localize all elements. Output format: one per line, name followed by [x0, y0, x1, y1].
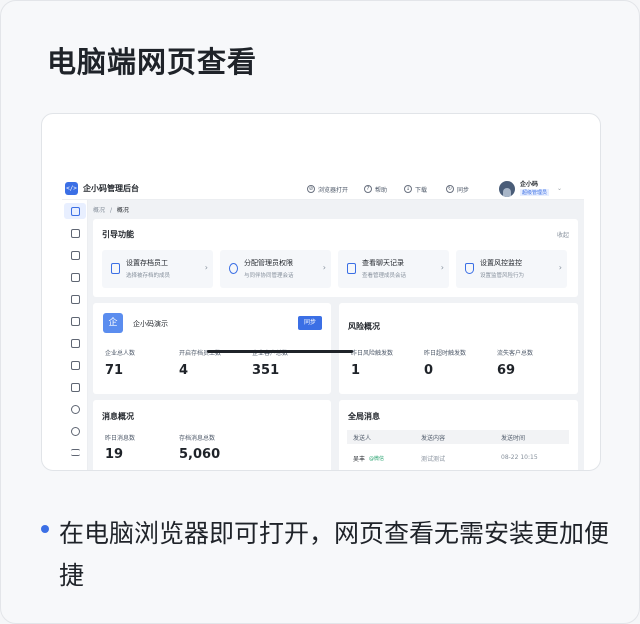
- stat-value: 19: [105, 447, 124, 462]
- message-title: 消息概况: [102, 412, 134, 421]
- shield-icon[interactable]: [71, 273, 80, 282]
- bullet-dot: [41, 525, 49, 533]
- help-label: 帮助: [375, 186, 388, 194]
- guide-card-chat-records[interactable]: 查看聊天记录 查看管理成员会话 ›: [338, 250, 449, 288]
- global-messages-panel: 全局消息 发送人 发送内容 发送时间 吴丰 @微信 测试测试 08-22 10:…: [339, 400, 578, 470]
- guide-card-subtitle: 选择被存档的成员: [126, 273, 171, 279]
- guide-card-risk-monitor[interactable]: 设置风控监控 设置监管风险行为 ›: [456, 250, 567, 288]
- sync-toolbar-button[interactable]: ↻ 同步: [446, 183, 469, 195]
- risk-panel: 风险概况 昨日风险触发数 1 昨日超时触发数 0 流失客户总数 69: [339, 303, 578, 394]
- app-logo-icon: </>: [65, 182, 78, 195]
- stat-label: 存档消息总数: [179, 435, 216, 442]
- column-header: 发送内容: [421, 435, 446, 442]
- app-title: 企小码管理后台: [83, 184, 139, 193]
- sync-button[interactable]: 同步: [298, 316, 322, 330]
- stat-label: 昨日消息数: [105, 435, 136, 442]
- admin-console: </> 企小码管理后台 ⊘ 浏览器打开 ? 帮助 ↓ 下载 ↻ 同步 企小码 超…: [62, 178, 584, 470]
- help-icon: ?: [364, 185, 372, 193]
- archive-icon: [111, 263, 120, 274]
- risk-shield-icon: [465, 263, 474, 274]
- chat-record-icon: [347, 263, 356, 274]
- breadcrumb-root[interactable]: 概况: [93, 207, 105, 214]
- global-title: 全局消息: [348, 412, 380, 421]
- sender-tag: @微信: [369, 456, 385, 462]
- security-icon[interactable]: [71, 427, 80, 436]
- open-browser-label: 浏览器打开: [318, 186, 349, 194]
- message-panel: 消息概况 昨日消息数 19 存档消息总数 5,060: [93, 400, 331, 470]
- sender-cell: 吴丰: [353, 456, 366, 463]
- user-name: 企小码: [520, 181, 539, 188]
- sidebar: [62, 200, 88, 470]
- column-header: 发送人: [353, 435, 372, 442]
- avatar[interactable]: [499, 181, 515, 197]
- guide-panel: 引导功能 收起 设置存档员工 选择被存档的成员 › 分配管理员权限 与同伴协同管…: [93, 219, 578, 297]
- chevron-right-icon: ›: [558, 263, 562, 272]
- guide-card-subtitle: 设置监管风险行为: [480, 273, 525, 279]
- stat-value: 71: [105, 363, 124, 378]
- column-header: 发送时间: [501, 435, 526, 442]
- stat-label: 昨日风险触发数: [351, 350, 394, 357]
- chart-icon[interactable]: [71, 339, 80, 348]
- stat-label: 昨日超时触发数: [424, 350, 467, 357]
- user-role-badge: 超级管理员: [520, 189, 550, 196]
- chevron-right-icon: ›: [440, 263, 444, 272]
- feature-caption: 在电脑浏览器即可打开，网页查看无需安装更加便捷: [59, 519, 610, 590]
- folder-icon[interactable]: [71, 229, 80, 238]
- menu-icon[interactable]: [71, 449, 80, 456]
- stat-value: 0: [424, 363, 434, 378]
- risk-title: 风险概况: [348, 322, 380, 331]
- chevron-right-icon: ›: [322, 263, 326, 272]
- feature-card: 电脑端网页查看 </> 企小码管理后台 ⊘ 浏览器打开 ? 帮助 ↓ 下载 ↻ …: [0, 0, 640, 624]
- table-header: 发送人 发送内容 发送时间: [347, 430, 569, 444]
- download-label: 下载: [415, 186, 428, 194]
- company-panel: 企 企小码演示 同步 企业总人数 71 开启存档员工数 4 企业客户总数 351: [93, 303, 331, 394]
- screenshot-frame: </> 企小码管理后台 ⊘ 浏览器打开 ? 帮助 ↓ 下载 ↻ 同步 企小码 超…: [41, 113, 601, 471]
- network-icon[interactable]: [71, 361, 80, 370]
- time-cell: 08-22 10:15: [501, 454, 538, 461]
- breadcrumb: 概况 / 概况: [93, 205, 129, 214]
- stat-value: 351: [252, 363, 280, 378]
- guide-title: 引导功能: [102, 230, 134, 239]
- guide-card-permission[interactable]: 分配管理员权限 与同伴协同管理会话 ›: [220, 250, 331, 288]
- sync-toolbar-label: 同步: [457, 186, 470, 194]
- stat-value: 1: [351, 363, 361, 378]
- stat-value: 69: [497, 363, 516, 378]
- help-button[interactable]: ? 帮助: [364, 183, 387, 195]
- guide-card-archive[interactable]: 设置存档员工 选择被存档的成员 ›: [102, 250, 213, 288]
- stat-value: 5,060: [179, 447, 221, 462]
- stat-value: 4: [179, 363, 189, 378]
- alarm-icon[interactable]: [71, 295, 80, 304]
- sync-icon: ↻: [446, 185, 454, 193]
- breadcrumb-separator: /: [109, 207, 112, 214]
- report-icon[interactable]: [71, 383, 80, 392]
- top-bar: </> 企小码管理后台 ⊘ 浏览器打开 ? 帮助 ↓ 下载 ↻ 同步 企小码 超…: [62, 178, 584, 200]
- guide-card-title: 查看聊天记录: [362, 259, 404, 267]
- guide-card-subtitle: 查看管理成员会话: [362, 273, 407, 279]
- stat-label: 流失客户总数: [497, 350, 534, 357]
- download-button[interactable]: ↓ 下载: [404, 183, 427, 195]
- search-record-icon[interactable]: [71, 317, 80, 326]
- guide-card-title: 设置存档员工: [126, 259, 168, 267]
- open-browser-button[interactable]: ⊘ 浏览器打开: [307, 183, 348, 195]
- guide-card-title: 分配管理员权限: [244, 259, 293, 267]
- guide-card-title: 设置风控监控: [480, 259, 522, 267]
- company-icon: 企: [103, 313, 123, 333]
- compass-icon: ⊘: [307, 185, 315, 193]
- guide-card-subtitle: 与同伴协同管理会话: [244, 273, 294, 279]
- breadcrumb-current: 概况: [116, 207, 129, 214]
- settings-icon[interactable]: [71, 405, 80, 414]
- content-cell: 测试测试: [421, 456, 446, 463]
- page-title: 电脑端网页查看: [47, 45, 258, 79]
- user-permission-icon: [229, 263, 238, 274]
- collapse-link[interactable]: 收起: [557, 230, 569, 239]
- stat-label: 企业总人数: [105, 350, 136, 357]
- chevron-down-icon[interactable]: ⌄: [557, 185, 562, 192]
- company-name: 企小码演示: [133, 320, 168, 328]
- download-icon: ↓: [404, 185, 412, 193]
- scroll-indicator: [207, 350, 353, 353]
- chevron-right-icon: ›: [204, 263, 208, 272]
- dashboard-icon[interactable]: [71, 207, 80, 216]
- document-icon[interactable]: [71, 251, 80, 260]
